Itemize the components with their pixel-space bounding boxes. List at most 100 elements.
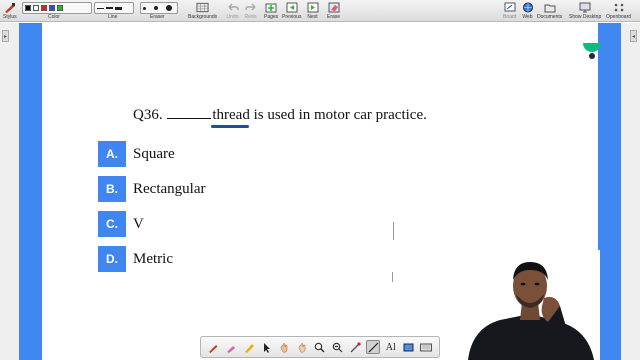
zoom-in-icon[interactable] <box>313 340 327 354</box>
color-group <box>22 2 92 14</box>
highlighter-icon[interactable] <box>242 340 256 354</box>
option-b-badge: B. <box>98 176 126 202</box>
board-label: Board <box>503 14 517 20</box>
question-rest: is used in motor car practice. <box>253 107 427 123</box>
question-text: Q36. thread is used in motor car practic… <box>133 107 427 124</box>
slide-left-bar <box>19 23 42 360</box>
zoom-out-icon[interactable] <box>331 340 345 354</box>
web-label: Web <box>522 14 533 20</box>
option-d-badge: D. <box>98 246 126 272</box>
board-icon <box>503 1 516 13</box>
option-b[interactable]: B. Rectangular <box>98 176 205 202</box>
line-group <box>94 2 134 14</box>
redo-button[interactable]: Redo <box>244 1 257 20</box>
color-label: Color <box>48 14 60 20</box>
question-number: Q36. <box>133 107 163 123</box>
option-a-badge: A. <box>98 141 126 167</box>
option-c[interactable]: C. V <box>98 211 144 237</box>
eraser-small-option[interactable] <box>143 6 146 10</box>
keyboard-icon[interactable] <box>419 340 433 354</box>
redo-icon <box>244 1 257 13</box>
option-d-text: Metric <box>133 250 173 267</box>
line-medium-option[interactable] <box>106 7 113 9</box>
hand-icon[interactable] <box>278 340 292 354</box>
eraser-label: Eraser <box>150 14 165 20</box>
line-thin-option[interactable] <box>97 7 104 9</box>
color-swatch-black[interactable] <box>25 5 31 11</box>
openboard-label: Openboard <box>606 14 632 20</box>
monitor-icon <box>579 1 592 13</box>
right-panel-toggle[interactable]: ◂ <box>630 30 637 42</box>
tool-palette: Al <box>200 336 440 358</box>
option-c-text: V <box>133 215 144 232</box>
openboard-window: Stylus Color Line Eraser Backgrounds Und… <box>0 0 640 360</box>
backgrounds-icon <box>196 1 209 13</box>
question-highlight-word: thread <box>212 107 250 123</box>
previous-label: Previous <box>282 14 302 20</box>
option-b-text: Rectangular <box>133 180 206 197</box>
pages-icon <box>265 1 278 13</box>
show-desktop-button[interactable]: Show Desktop <box>569 1 601 20</box>
color-swatch-green[interactable] <box>57 5 63 11</box>
show-desktop-label: Show Desktop <box>569 14 602 20</box>
previous-button[interactable]: Previous <box>282 1 301 20</box>
stray-mark <box>393 222 394 240</box>
backgrounds-button[interactable]: Backgrounds <box>188 1 217 20</box>
web-button[interactable]: Web <box>521 1 534 20</box>
undo-label: Undo <box>226 14 239 20</box>
stray-mark <box>392 272 393 282</box>
pan-icon[interactable] <box>295 340 309 354</box>
stylus-icon <box>3 1 16 13</box>
globe-icon <box>521 1 534 13</box>
option-a[interactable]: A. Square <box>98 141 175 167</box>
stylus-label: Stylus <box>3 14 17 20</box>
erase-button[interactable]: Erase <box>327 1 340 20</box>
pages-button[interactable]: Pages <box>264 1 278 20</box>
pages-label: Pages <box>264 14 279 20</box>
line-tool-icon[interactable] <box>366 340 381 354</box>
next-label: Next <box>307 14 318 20</box>
option-a-text: Square <box>133 145 175 162</box>
left-panel-toggle[interactable]: ▸ <box>2 30 9 42</box>
redo-label: Redo <box>244 14 257 20</box>
text-tool-icon[interactable]: Al <box>384 340 398 354</box>
folder-icon <box>543 1 556 13</box>
eraser-group <box>140 2 178 14</box>
stylus-button[interactable]: Stylus <box>3 1 17 20</box>
right-margin <box>621 23 640 360</box>
top-toolbar: Stylus Color Line Eraser Backgrounds Und… <box>0 0 640 22</box>
capture-icon[interactable] <box>401 340 415 354</box>
openboard-menu-icon <box>612 1 625 13</box>
documents-button[interactable]: Documents <box>537 1 562 20</box>
marker-icon[interactable] <box>225 340 239 354</box>
slide-right-bar <box>598 23 621 360</box>
next-page-icon <box>306 1 319 13</box>
presenter-webcam <box>460 250 600 360</box>
laser-icon[interactable] <box>348 340 362 354</box>
pointer-icon[interactable] <box>260 340 274 354</box>
board-button[interactable]: Board <box>503 1 516 20</box>
option-c-badge: C. <box>98 211 126 237</box>
openboard-button[interactable]: Openboard <box>606 1 631 20</box>
left-margin <box>0 23 19 360</box>
previous-page-icon <box>285 1 298 13</box>
option-d[interactable]: D. Metric <box>98 246 173 272</box>
line-label: Line <box>108 14 118 20</box>
undo-button[interactable]: Undo <box>226 1 239 20</box>
color-swatch-white[interactable] <box>33 5 39 11</box>
color-swatch-red[interactable] <box>41 5 47 11</box>
backgrounds-label: Backgrounds <box>188 14 218 20</box>
pen-underline-annotation <box>211 125 249 128</box>
brand-logo <box>582 40 602 60</box>
line-thick-option[interactable] <box>115 6 122 10</box>
eraser-medium-option[interactable] <box>154 6 158 10</box>
pen-icon[interactable] <box>207 340 221 354</box>
eraser-large-option[interactable] <box>166 5 172 11</box>
undo-icon <box>226 1 239 13</box>
erase-label: Erase <box>327 14 341 20</box>
erase-icon <box>327 1 340 13</box>
color-swatch-blue[interactable] <box>49 5 55 11</box>
next-button[interactable]: Next <box>306 1 319 20</box>
question-blank <box>167 107 212 119</box>
documents-label: Documents <box>537 14 563 20</box>
